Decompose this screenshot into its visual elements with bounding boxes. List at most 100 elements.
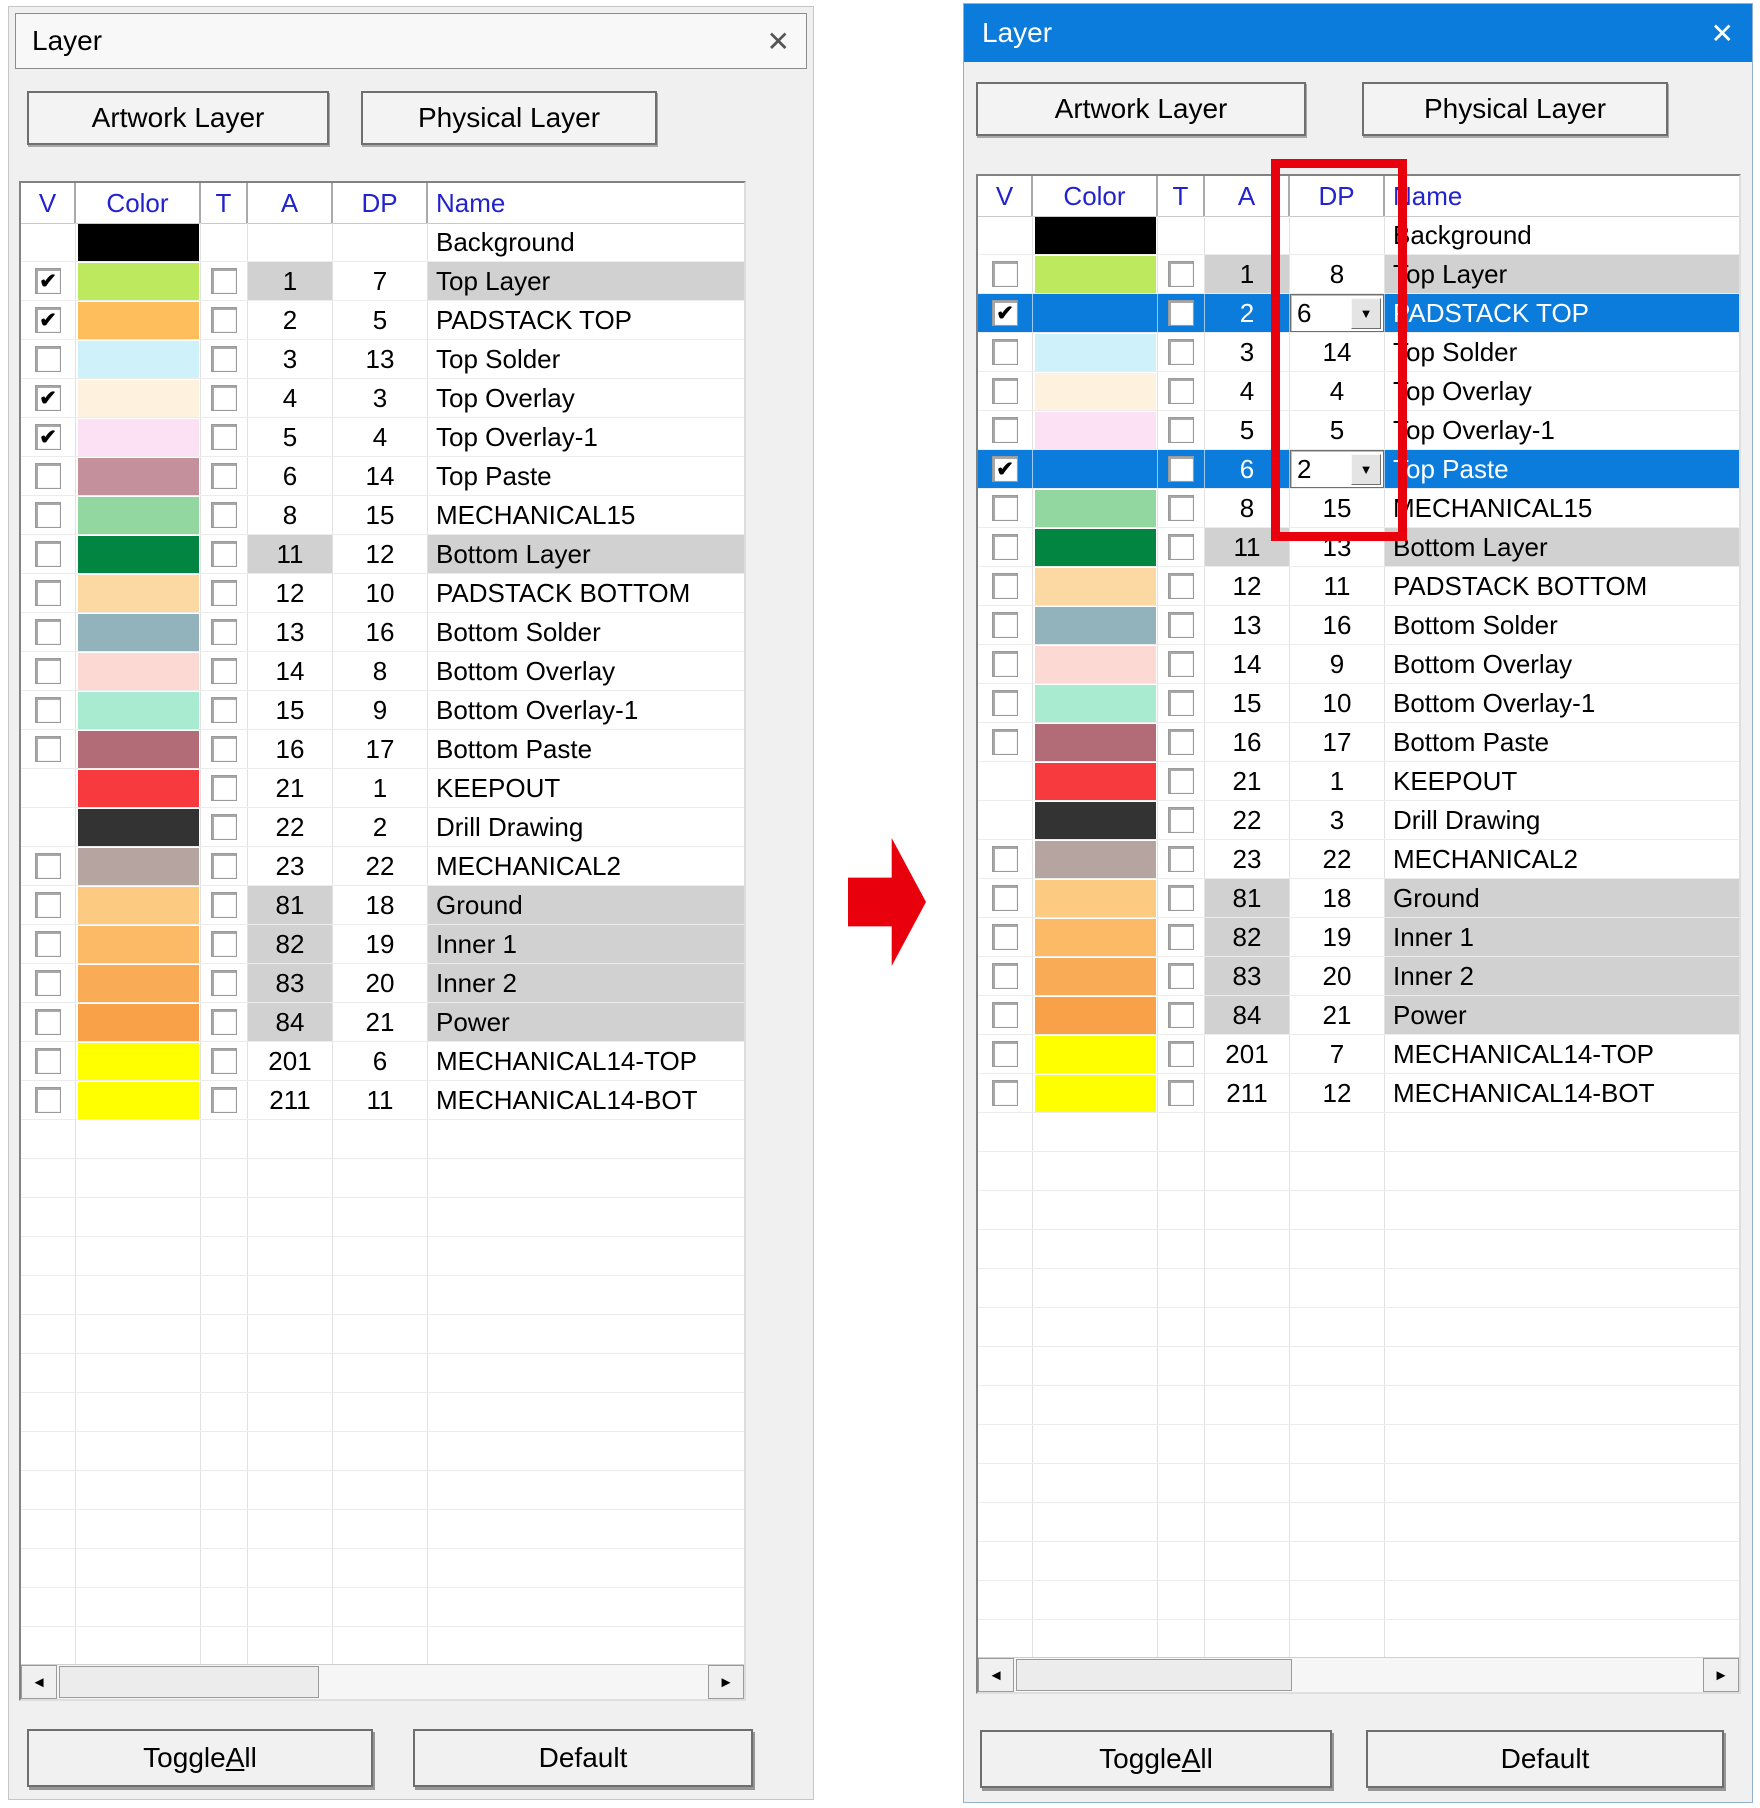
transparency-cell[interactable]	[1158, 1074, 1205, 1112]
transparency-checkbox[interactable]	[211, 502, 237, 528]
visibility-checkbox[interactable]	[35, 892, 61, 918]
display-priority-cell[interactable]: 21	[1290, 996, 1385, 1034]
transparency-cell[interactable]	[1158, 762, 1205, 800]
visibility-cell[interactable]	[21, 496, 76, 534]
transparency-checkbox[interactable]	[1168, 924, 1194, 950]
visibility-cell[interactable]	[978, 1035, 1033, 1073]
transparency-cell[interactable]	[201, 964, 248, 1002]
color-cell[interactable]	[1033, 840, 1158, 878]
transparency-cell[interactable]	[201, 730, 248, 768]
visibility-checkbox[interactable]: ✔	[35, 385, 61, 411]
transparency-cell[interactable]	[201, 886, 248, 924]
visibility-cell[interactable]: ✔	[21, 379, 76, 417]
transparency-checkbox[interactable]	[211, 1048, 237, 1074]
layer-row-inner-1[interactable]: 8219Inner 1	[978, 918, 1739, 957]
color-cell[interactable]	[1033, 879, 1158, 917]
layer-row-mechanical14-top[interactable]: 2017MECHANICAL14-TOP	[978, 1035, 1739, 1074]
visibility-cell[interactable]	[978, 333, 1033, 371]
transparency-cell[interactable]	[201, 1042, 248, 1080]
color-cell[interactable]	[1033, 957, 1158, 995]
transparency-checkbox[interactable]	[1168, 768, 1194, 794]
transparency-checkbox[interactable]	[1168, 339, 1194, 365]
transparency-cell[interactable]	[201, 1003, 248, 1041]
display-priority-cell[interactable]: 20	[1290, 957, 1385, 995]
layer-row-top-paste[interactable]: 614Top Paste	[21, 457, 744, 496]
header-color[interactable]: Color	[1033, 176, 1158, 216]
color-cell[interactable]	[76, 652, 201, 690]
transparency-cell[interactable]	[1158, 450, 1205, 488]
visibility-checkbox[interactable]	[35, 580, 61, 606]
visibility-checkbox[interactable]	[35, 697, 61, 723]
dp-dropdown[interactable]: 6▼	[1290, 294, 1384, 332]
display-priority-cell[interactable]: 3	[333, 379, 428, 417]
visibility-cell[interactable]	[21, 613, 76, 651]
transparency-cell[interactable]	[201, 457, 248, 495]
transparency-cell[interactable]	[1158, 684, 1205, 722]
transparency-checkbox[interactable]	[1168, 612, 1194, 638]
transparency-checkbox[interactable]	[1168, 261, 1194, 287]
visibility-cell[interactable]	[978, 489, 1033, 527]
transparency-cell[interactable]	[201, 301, 248, 339]
transparency-checkbox[interactable]	[1168, 1080, 1194, 1106]
visibility-cell[interactable]: ✔	[978, 294, 1033, 332]
close-icon[interactable]: ✕	[767, 25, 790, 58]
header-visible[interactable]: V	[978, 176, 1033, 216]
display-priority-cell[interactable]: 10	[333, 574, 428, 612]
display-priority-cell[interactable]: 5	[333, 301, 428, 339]
transparency-checkbox[interactable]	[211, 346, 237, 372]
transparency-cell[interactable]	[1158, 1035, 1205, 1073]
display-priority-cell[interactable]: 8	[1290, 255, 1385, 293]
visibility-cell[interactable]	[21, 730, 76, 768]
color-cell[interactable]	[1033, 918, 1158, 956]
visibility-checkbox[interactable]	[35, 736, 61, 762]
layer-row-top-solder[interactable]: 313Top Solder	[21, 340, 744, 379]
display-priority-cell[interactable]: 19	[333, 925, 428, 963]
visibility-checkbox[interactable]	[992, 963, 1018, 989]
visibility-cell[interactable]	[978, 723, 1033, 761]
transparency-checkbox[interactable]	[211, 697, 237, 723]
visibility-checkbox[interactable]	[992, 690, 1018, 716]
header-name[interactable]: Name	[428, 183, 744, 223]
transparency-checkbox[interactable]	[1168, 378, 1194, 404]
transparency-checkbox[interactable]	[211, 775, 237, 801]
color-cell[interactable]	[76, 808, 201, 846]
layer-row-bottom-paste[interactable]: 1617Bottom Paste	[978, 723, 1739, 762]
color-cell[interactable]	[76, 574, 201, 612]
transparency-cell[interactable]	[1158, 840, 1205, 878]
visibility-checkbox[interactable]	[35, 346, 61, 372]
visibility-checkbox[interactable]	[992, 612, 1018, 638]
visibility-checkbox[interactable]	[35, 463, 61, 489]
visibility-cell[interactable]	[978, 684, 1033, 722]
header-transparent[interactable]: T	[201, 183, 248, 223]
visibility-checkbox[interactable]	[992, 378, 1018, 404]
visibility-checkbox[interactable]	[35, 970, 61, 996]
color-cell[interactable]	[76, 691, 201, 729]
transparency-cell[interactable]	[201, 847, 248, 885]
visibility-cell[interactable]	[21, 652, 76, 690]
layer-row-top-solder[interactable]: 314Top Solder	[978, 333, 1739, 372]
display-priority-cell[interactable]: 13	[1290, 528, 1385, 566]
header-artwork-number[interactable]: A	[1205, 176, 1290, 216]
visibility-cell[interactable]	[21, 340, 76, 378]
color-cell[interactable]	[1033, 684, 1158, 722]
header-name[interactable]: Name	[1385, 176, 1739, 216]
dropdown-arrow-icon[interactable]: ▼	[1351, 454, 1381, 485]
visibility-checkbox[interactable]	[35, 658, 61, 684]
layer-row-bottom-overlay[interactable]: 148Bottom Overlay	[21, 652, 744, 691]
scrollbar-thumb[interactable]	[59, 1666, 319, 1698]
scrollbar-track[interactable]	[57, 1665, 708, 1699]
display-priority-cell[interactable]: 7	[333, 262, 428, 300]
scrollbar-track[interactable]	[1014, 1658, 1703, 1692]
transparency-cell[interactable]	[201, 613, 248, 651]
layer-row-mechanical15[interactable]: 815MECHANICAL15	[21, 496, 744, 535]
layer-row-mechanical15[interactable]: 815MECHANICAL15	[978, 489, 1739, 528]
color-cell[interactable]	[76, 262, 201, 300]
transparency-checkbox[interactable]	[1168, 846, 1194, 872]
header-artwork-number[interactable]: A	[248, 183, 333, 223]
visibility-checkbox[interactable]	[992, 1080, 1018, 1106]
color-cell[interactable]	[1033, 333, 1158, 371]
layer-row-ground[interactable]: 8118Ground	[978, 879, 1739, 918]
color-cell[interactable]	[76, 925, 201, 963]
artwork-layer-button[interactable]: Artwork Layer	[976, 82, 1306, 136]
toggle-all-button[interactable]: Toggle All	[27, 1729, 373, 1787]
